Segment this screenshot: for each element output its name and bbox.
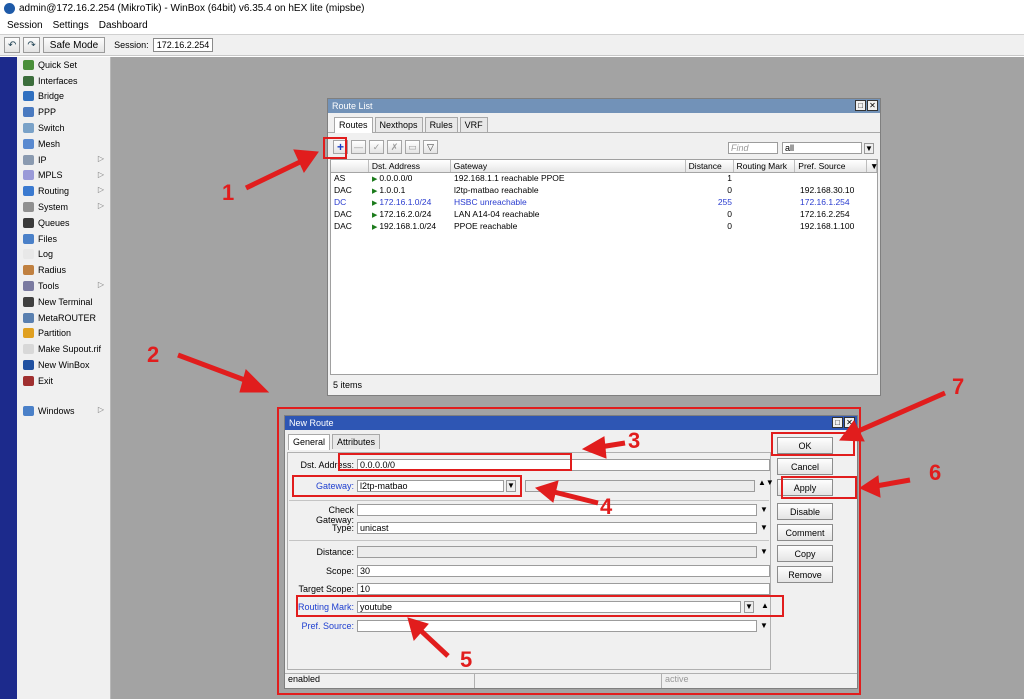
annotation-number-3: 3 [628,428,641,453]
annotation-number-1: 1 [222,180,235,205]
annotation-number-4: 4 [600,494,613,519]
arrow-4 [553,489,599,506]
arrow-1 [244,159,302,191]
arrow-5 [416,626,450,658]
arrow-4-head [534,480,559,503]
arrow-2 [177,352,251,385]
arrow-2-head [239,369,270,393]
annotation-number-7: 7 [952,374,965,399]
arrow-6-head [858,475,881,498]
annotation-number-5: 5 [460,647,473,672]
arrow-3-head [581,436,607,459]
arrow-7 [854,390,947,435]
arrow-6 [875,477,911,489]
annotation-number-6: 6 [929,460,942,485]
annotation-number-2: 2 [147,342,160,367]
